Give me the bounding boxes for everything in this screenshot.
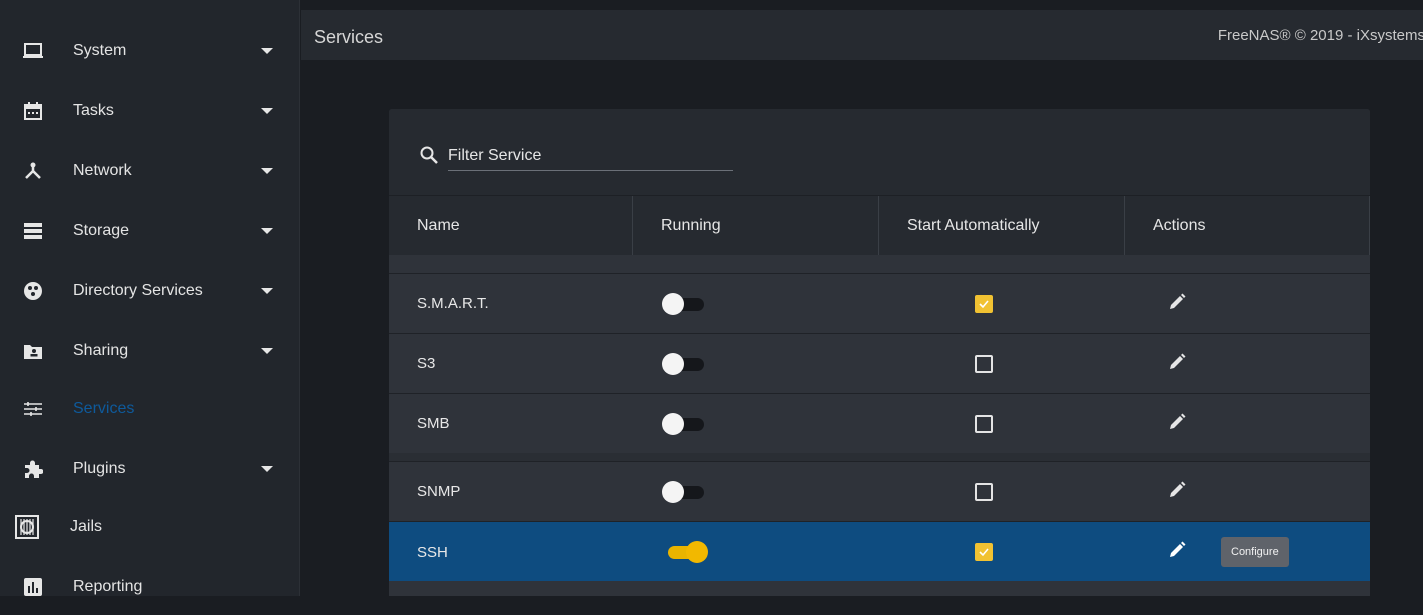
start-automatically-checkbox[interactable] <box>975 355 993 373</box>
topbar: Services FreeNAS® © 2019 - iXsystems <box>301 10 1423 60</box>
sidebar-item-services[interactable]: Services <box>0 381 300 437</box>
folder-share-icon <box>22 340 44 362</box>
edit-icon[interactable] <box>1167 352 1191 376</box>
chevron-down-icon <box>261 348 273 354</box>
sidebar-item-system[interactable]: System <box>0 23 300 79</box>
column-header-actions: Actions <box>1125 196 1370 256</box>
service-name: SNMP <box>417 483 461 500</box>
table-row[interactable]: S3 <box>389 333 1370 393</box>
sidebar-item-sharing[interactable]: Sharing <box>0 323 300 379</box>
chevron-down-icon <box>261 108 273 114</box>
sidebar-item-label: Reporting <box>73 578 143 595</box>
configure-tooltip: Configure <box>1221 537 1289 567</box>
sidebar-item-label: Plugins <box>73 460 126 477</box>
calendar-icon <box>22 100 44 122</box>
chart-icon <box>22 576 44 598</box>
sidebar-item-reporting[interactable]: Reporting <box>0 559 300 615</box>
sidebar-item-plugins[interactable]: Plugins <box>0 441 300 497</box>
top-strip <box>301 0 1423 10</box>
sidebar-item-label: Sharing <box>73 342 129 359</box>
search-input[interactable] <box>448 142 733 171</box>
sidebar-item-tasks[interactable]: Tasks <box>0 83 300 139</box>
sidebar-item-storage[interactable]: Storage <box>0 203 300 259</box>
running-toggle[interactable] <box>662 293 708 315</box>
edit-icon[interactable] <box>1167 540 1191 564</box>
start-automatically-checkbox[interactable] <box>975 543 993 561</box>
running-toggle[interactable] <box>662 541 708 563</box>
services-card: Name Running Start Automatically Actions… <box>389 109 1370 596</box>
running-toggle[interactable] <box>662 353 708 375</box>
laptop-icon <box>22 40 44 62</box>
start-automatically-checkbox[interactable] <box>975 483 993 501</box>
jail-icon <box>14 514 40 540</box>
puzzle-icon <box>22 458 44 480</box>
sidebar-item-label: Network <box>73 162 132 179</box>
running-toggle[interactable] <box>662 413 708 435</box>
running-toggle[interactable] <box>662 481 708 503</box>
table-bottom <box>389 581 1370 596</box>
table-row[interactable]: SMB <box>389 393 1370 453</box>
sidebar-item-network[interactable]: Network <box>0 143 300 199</box>
network-icon <box>22 160 44 182</box>
service-name: SMB <box>417 415 450 432</box>
chevron-down-icon <box>261 466 273 472</box>
table-row[interactable]: SNMP <box>389 461 1370 521</box>
chevron-down-icon <box>261 288 273 294</box>
table-spacer <box>389 255 1370 273</box>
edit-icon[interactable] <box>1167 412 1191 436</box>
chevron-down-icon <box>261 168 273 174</box>
edit-icon[interactable] <box>1167 292 1191 316</box>
sidebar-item-label: Storage <box>73 222 130 239</box>
page-title: Services <box>314 27 384 47</box>
column-header-running[interactable]: Running <box>633 196 879 256</box>
storage-icon <box>22 220 44 242</box>
column-header-start-automatically[interactable]: Start Automatically <box>879 196 1125 256</box>
sidebar-item-directory-services[interactable]: Directory Services <box>0 263 300 319</box>
copyright-text: FreeNAS® © 2019 - iXsystems <box>1217 27 1423 44</box>
service-name: SSH <box>417 543 448 561</box>
service-name: S.M.A.R.T. <box>417 295 489 312</box>
sidebar-item-label: Directory Services <box>73 282 203 299</box>
sidebar-item-label: Jails <box>70 518 103 535</box>
chevron-down-icon <box>261 228 273 234</box>
start-automatically-checkbox[interactable] <box>975 415 993 433</box>
sidebar-item-label: System <box>73 42 127 59</box>
sidebar-item-jails[interactable]: Jails <box>0 499 300 555</box>
start-automatically-checkbox[interactable] <box>975 295 993 313</box>
sidebar-item-label: Tasks <box>73 102 114 119</box>
chevron-down-icon <box>261 48 273 54</box>
service-name: S3 <box>417 355 436 372</box>
table-row[interactable]: SSH Configure <box>389 521 1370 582</box>
table-row[interactable]: S.M.A.R.T. <box>389 273 1370 333</box>
sliders-icon <box>22 398 44 420</box>
column-header-name[interactable]: Name <box>389 196 633 256</box>
sidebar: System Tasks Network Storage Directory S… <box>0 0 300 596</box>
search-icon <box>420 146 438 169</box>
search-bar <box>389 109 1370 195</box>
sidebar-item-label: Services <box>73 400 135 417</box>
directory-services-icon <box>22 280 44 302</box>
table-header: Name Running Start Automatically Actions <box>389 195 1370 256</box>
edit-icon[interactable] <box>1167 480 1191 504</box>
